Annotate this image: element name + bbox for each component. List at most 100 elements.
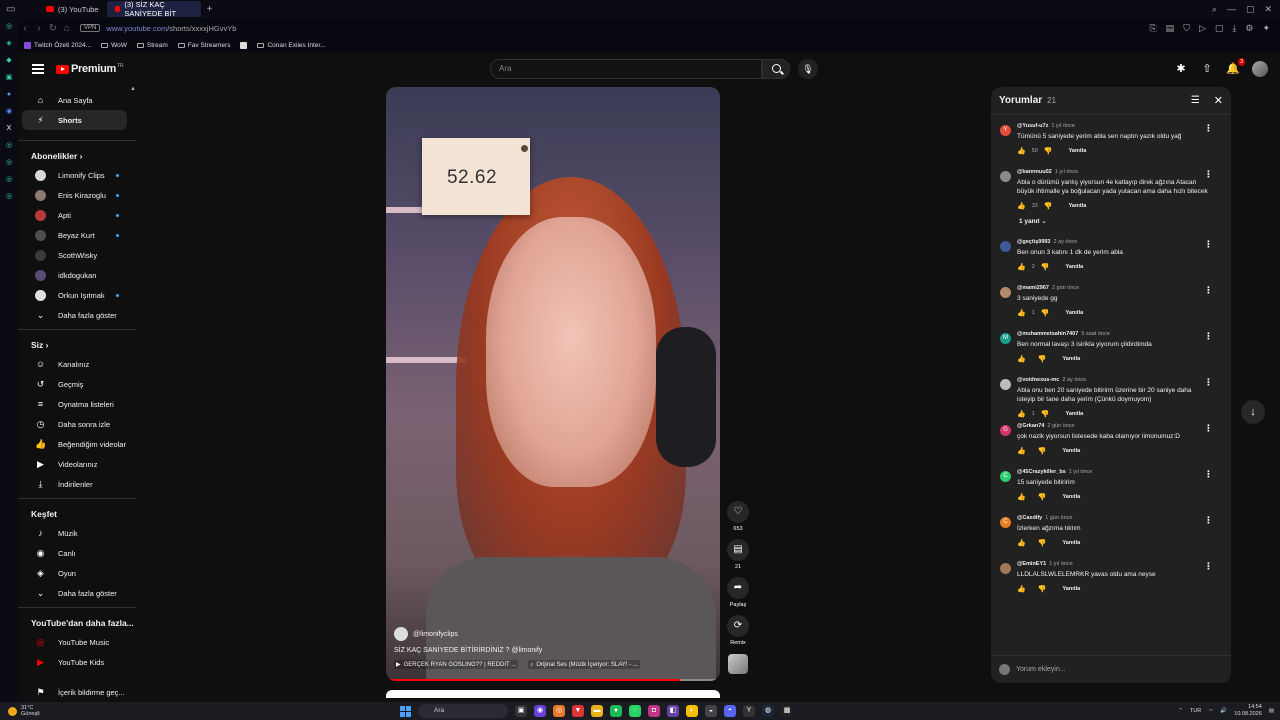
bookmark-icon[interactable]: ⎘: [1149, 23, 1156, 34]
related-video-link[interactable]: ▶ GERÇEK RYAN GOSLING?? | REDDIT ...: [394, 660, 519, 669]
whatsapp-icon[interactable]: ◌: [629, 705, 641, 717]
avatar[interactable]: C: [1000, 517, 1011, 528]
comments-list[interactable]: Y @Yusuf-u7z 1 yıl önce Tümünü 5 saniyede y…: [991, 119, 1231, 655]
bookmark-stream[interactable]: Stream: [136, 42, 168, 49]
thumbs-up-icon[interactable]: 👍: [1017, 539, 1026, 547]
wallet-icon[interactable]: ▢: [1215, 23, 1224, 34]
channel-name[interactable]: @limonifyclips: [413, 631, 458, 638]
channel-avatar[interactable]: [394, 627, 408, 641]
discord-icon[interactable]: ◓: [724, 705, 736, 717]
more-options-icon[interactable]: ⋮: [1204, 169, 1213, 180]
more-options-icon[interactable]: ⋮: [1204, 123, 1213, 134]
thumbs-down-icon[interactable]: 👎: [1038, 493, 1047, 501]
nav-report-history[interactable]: ⚑ İçerik bildirme geç...: [22, 682, 127, 698]
sidebar-item[interactable]: Apti: [22, 205, 127, 225]
avatar[interactable]: [1000, 287, 1011, 298]
tab-shorts-video[interactable]: (3) SİZ KAÇ SANİYEDE BİT: [106, 0, 201, 18]
spotify-icon[interactable]: ●: [610, 705, 622, 717]
x-icon[interactable]: X: [4, 124, 14, 134]
bookmark-twitch[interactable]: Twitch Özeti 2024...: [24, 41, 91, 49]
comment-time[interactable]: 1 gün önce: [1045, 515, 1072, 521]
settings-icon[interactable]: ⚙: [1245, 23, 1253, 34]
sidebar-item[interactable]: ⌄ Daha fazla göster: [22, 583, 127, 603]
avatar[interactable]: C: [1000, 471, 1011, 482]
sound-thumbnail[interactable]: [728, 654, 748, 674]
sidebar-item[interactable]: idkdogukan: [22, 265, 127, 285]
app-icon[interactable]: ◒: [705, 705, 717, 717]
thumbs-down-icon[interactable]: 👎: [1038, 355, 1047, 363]
thumbs-up-icon[interactable]: 👍: [1017, 202, 1026, 210]
scroll-up-icon[interactable]: ▲: [130, 86, 136, 92]
upload-icon[interactable]: ⇧: [1200, 62, 1214, 76]
more-options-icon[interactable]: ⋮: [1204, 469, 1213, 480]
reply-button[interactable]: Yanıtla: [1069, 148, 1087, 154]
reply-button[interactable]: Yanıtla: [1062, 356, 1080, 362]
video-progress-bar[interactable]: [386, 679, 720, 681]
more-options-icon[interactable]: ⋮: [1204, 331, 1213, 342]
reply-button[interactable]: Yanıtla: [1066, 264, 1084, 270]
task-view-icon[interactable]: ▣: [515, 705, 527, 717]
sidebar-app-icon[interactable]: ◎: [4, 192, 14, 202]
messenger-icon[interactable]: ●: [4, 90, 14, 100]
comment-author[interactable]: @Grkan74: [1017, 423, 1044, 429]
comment-author[interactable]: @45Crazykiller_bs: [1017, 469, 1066, 475]
reply-button[interactable]: Yanıtla: [1066, 411, 1084, 417]
twitch-icon[interactable]: ◧: [667, 705, 679, 717]
comment-time[interactable]: 2 gün önce: [1047, 423, 1074, 429]
microphone-icon[interactable]: 🎙: [798, 59, 818, 79]
sidebar-app-icon[interactable]: ◎: [4, 158, 14, 168]
thumbs-up-icon[interactable]: 👍: [1017, 493, 1026, 501]
comment-author[interactable]: @geçtiş9993: [1017, 239, 1051, 245]
comment-author[interactable]: @voidnexus-mc: [1017, 377, 1059, 383]
sidebar-item[interactable]: ◎ YouTube Music: [22, 632, 127, 652]
forward-icon[interactable]: ›: [32, 23, 46, 34]
reader-icon[interactable]: ▤: [1166, 23, 1175, 34]
close-window-icon[interactable]: ✕: [1264, 4, 1272, 15]
more-options-icon[interactable]: ⋮: [1204, 377, 1213, 388]
thumbs-up-icon[interactable]: 👍: [1017, 410, 1026, 418]
reload-icon[interactable]: ↻: [46, 23, 60, 34]
comment-time[interactable]: 5 saat önce: [1081, 331, 1109, 337]
tray-chevron-icon[interactable]: ⌃: [1178, 708, 1183, 714]
avatar[interactable]: [1000, 171, 1011, 182]
nav-shorts[interactable]: ⚡ Shorts: [22, 110, 127, 130]
thumbs-up-icon[interactable]: 👍: [1017, 309, 1026, 317]
thumbs-down-icon[interactable]: 👎: [1038, 447, 1047, 455]
thumbs-down-icon[interactable]: 👎: [1044, 202, 1053, 210]
sidebar-app-icon[interactable]: ◎: [4, 175, 14, 185]
sidebar-item[interactable]: ◈ Oyun: [22, 563, 127, 583]
sidebar-item[interactable]: ⤓ İndirilenler: [22, 474, 127, 494]
network-icon[interactable]: ⌔: [1208, 708, 1213, 715]
comment-input[interactable]: Yorum ekleyin...: [991, 655, 1231, 683]
brave-icon[interactable]: ▼: [572, 705, 584, 717]
sidebar-item[interactable]: Beyaz Kurt: [22, 225, 127, 245]
shorts-video-player[interactable]: 52.62 @limonifyclips SİZ KAÇ SANİYEDE Bİ…: [386, 87, 720, 681]
like-button[interactable]: ♡: [727, 501, 749, 523]
sidebar-item[interactable]: ScothWisky: [22, 245, 127, 265]
avatar[interactable]: [1000, 563, 1011, 574]
thumbs-down-icon[interactable]: 👎: [1038, 539, 1047, 547]
search-icon[interactable]: [762, 59, 790, 79]
show-replies-button[interactable]: 1 yanıt ⌄: [991, 211, 1231, 235]
comment-author[interactable]: @Caxdify: [1017, 515, 1042, 521]
avatar[interactable]: [1000, 379, 1011, 390]
thumbs-down-icon[interactable]: 👎: [1041, 410, 1050, 418]
back-icon[interactable]: ‹: [18, 23, 32, 34]
sidebar-app-icon[interactable]: ◎: [4, 22, 14, 32]
player-icon[interactable]: ▷: [1199, 23, 1206, 34]
tab-youtube[interactable]: (3) YouTube: [38, 1, 107, 17]
avatar[interactable]: Y: [1000, 125, 1011, 136]
sidebar-item[interactable]: ▶ YouTube Kids: [22, 652, 127, 672]
close-icon[interactable]: ✕: [1214, 94, 1223, 107]
sidebar-item[interactable]: Enis Kirazoglu: [22, 185, 127, 205]
taskbar-search[interactable]: Ara: [418, 704, 508, 718]
sidebar-item[interactable]: ▶ Videolarınız: [22, 454, 127, 474]
youtube-logo[interactable]: Premium TR: [56, 63, 124, 75]
reply-button[interactable]: Yanıtla: [1069, 203, 1087, 209]
bookmark-wow[interactable]: WoW: [101, 42, 127, 49]
comment-time[interactable]: 2 ay önce: [1054, 239, 1078, 245]
ai-icon[interactable]: ✦: [1262, 23, 1270, 34]
next-short-preview[interactable]: [386, 690, 720, 698]
search-tabs-icon[interactable]: ⌕: [1212, 4, 1217, 15]
comment-author[interactable]: @bannnuu02: [1017, 169, 1052, 175]
